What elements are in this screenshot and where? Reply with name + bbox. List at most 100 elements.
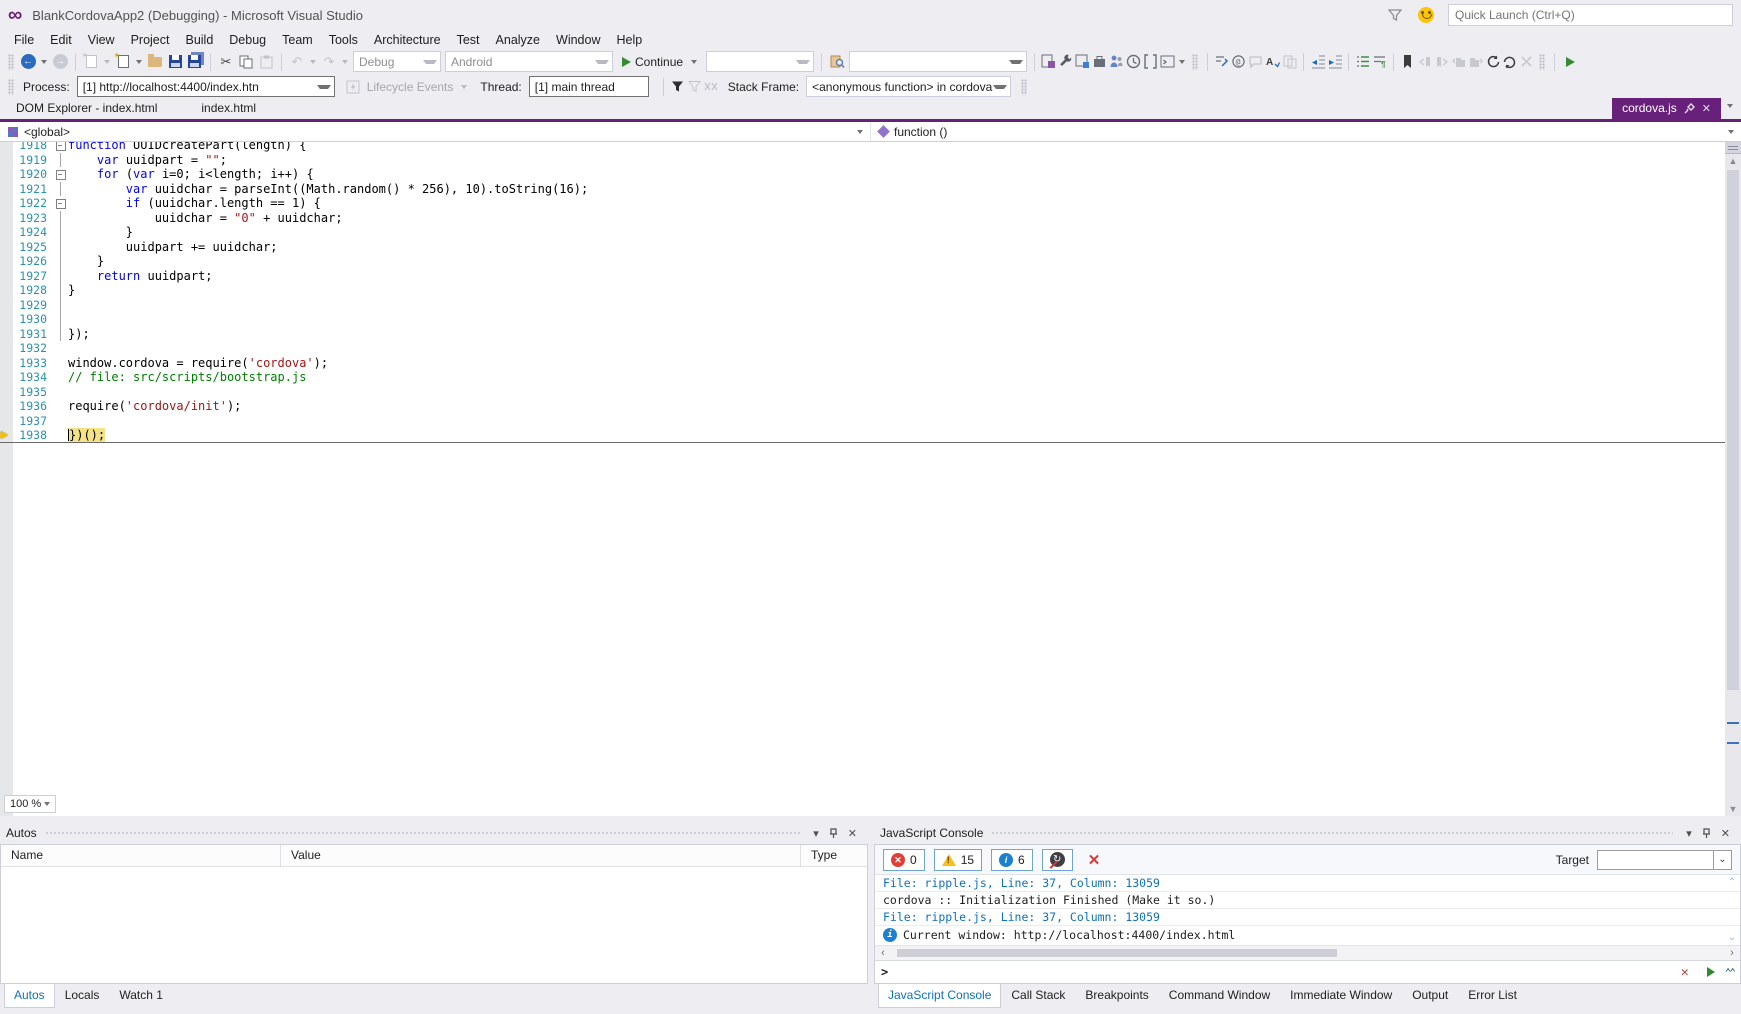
menu-build[interactable]: Build (177, 31, 221, 49)
code-line[interactable]: 1936 require('cordova/init'); (0, 399, 1741, 414)
line-number[interactable]: 1935 (13, 385, 53, 400)
find-in-files-button[interactable] (827, 51, 847, 73)
line-number[interactable]: 1928 (13, 283, 53, 298)
paste-button[interactable] (256, 51, 276, 73)
auto-hide-pin-icon[interactable] (824, 827, 843, 839)
solution-explorer-button[interactable] (1040, 54, 1057, 70)
start-debug-partial-button[interactable] (1560, 51, 1580, 73)
target-combo[interactable]: ⌄ (1597, 849, 1732, 870)
code-text[interactable]: // file: src/scripts/bootstrap.js (68, 370, 306, 385)
menu-project[interactable]: Project (123, 31, 178, 49)
autos-title-bar[interactable]: Autos ▾ ✕ (0, 822, 868, 844)
tab-call-stack[interactable]: Call Stack (1001, 984, 1075, 1008)
new-file-button[interactable] (113, 51, 133, 73)
cut-button[interactable]: ✂ (216, 51, 236, 73)
line-number[interactable]: 1918 (13, 142, 53, 153)
menu-file[interactable]: File (6, 31, 42, 49)
duplicate-button[interactable] (1281, 54, 1298, 70)
tab-command-window[interactable]: Command Window (1159, 984, 1280, 1008)
code-text[interactable]: require('cordova/init'); (68, 399, 241, 414)
console-title-bar[interactable]: JavaScript Console ▾ ✕ (874, 822, 1741, 844)
code-text[interactable]: })(); (68, 428, 106, 442)
breakpoint-margin[interactable] (0, 269, 13, 284)
navigate-back-dropdown[interactable] (41, 59, 47, 64)
tab-locals[interactable]: Locals (55, 984, 110, 1008)
breakpoint-margin[interactable] (0, 356, 13, 371)
breakpoint-margin[interactable] (0, 370, 13, 385)
line-number[interactable]: 1938 (13, 428, 53, 442)
run-script-button[interactable] (1706, 967, 1715, 977)
warnings-filter-button[interactable]: 15 (933, 848, 983, 871)
line-number[interactable]: 1937 (13, 414, 53, 429)
save-button[interactable] (165, 51, 185, 73)
line-number[interactable]: 1920 (13, 167, 53, 182)
tab-breakpoints[interactable]: Breakpoints (1075, 984, 1158, 1008)
auto-hide-pin-icon[interactable] (1697, 827, 1716, 839)
open-file-button[interactable] (145, 51, 165, 73)
menu-analyze[interactable]: Analyze (488, 31, 548, 49)
breakpoint-margin[interactable] (0, 385, 13, 400)
tab-cordova-js[interactable]: cordova.js ✕ (1612, 98, 1721, 119)
line-number[interactable]: 1936 (13, 399, 53, 414)
new-project-button[interactable] (81, 51, 101, 73)
console-vertical-scrollbar[interactable]: ⌃ ⌄ (1725, 877, 1739, 943)
copy-button[interactable] (236, 51, 256, 73)
attribute-button[interactable]: @ (1230, 54, 1247, 70)
clear-on-navigate-button[interactable]: ↻ (1041, 848, 1073, 871)
command-window-button[interactable] (1159, 54, 1176, 70)
code-line[interactable]: 1932 (0, 341, 1741, 356)
suspend-threads-button[interactable] (703, 79, 720, 95)
scroll-down-arrow[interactable]: ▼ (1725, 804, 1741, 814)
console-input[interactable] (894, 965, 1673, 979)
code-line[interactable]: 1933 window.cordova = require('cordova'); (0, 356, 1741, 371)
code-line[interactable]: 1938 })(); (0, 428, 1741, 443)
editor-zoom-combo[interactable]: 100 % (4, 795, 56, 813)
breakpoint-margin[interactable] (0, 312, 13, 327)
breakpoint-margin[interactable] (0, 211, 13, 226)
line-number[interactable]: 1926 (13, 254, 53, 269)
code-line[interactable]: 1931}); (0, 326, 1741, 342)
errors-filter-button[interactable]: ✕ 0 (883, 848, 925, 871)
code-text[interactable]: } (68, 254, 104, 269)
breakpoint-margin[interactable] (0, 196, 13, 211)
code-line[interactable]: 1937 (0, 414, 1741, 429)
feedback-icon[interactable] (1388, 8, 1402, 22)
code-line[interactable]: 1927 return uuidpart; (0, 268, 1741, 284)
column-value[interactable]: Value (281, 845, 801, 866)
menu-help[interactable]: Help (608, 31, 650, 49)
tab-autos[interactable]: Autos (4, 984, 55, 1008)
line-number[interactable]: 1922 (13, 196, 53, 211)
code-text[interactable]: for (var i=0; i<length; i++) { (68, 167, 314, 182)
line-number[interactable]: 1933 (13, 356, 53, 371)
breakpoint-margin[interactable] (0, 341, 13, 356)
bookmark-clear-button[interactable] (1518, 54, 1535, 70)
close-tab-icon[interactable]: ✕ (1702, 102, 1711, 115)
breakpoint-margin[interactable] (0, 167, 13, 182)
breakpoint-margin[interactable] (0, 414, 13, 429)
target-combo-dropdown[interactable]: ⌄ (1713, 850, 1731, 869)
redo-button[interactable]: ↷ (319, 51, 339, 73)
code-line[interactable]: 1918 function UUIDcreatePart(length) { (0, 142, 1741, 153)
tab-javascript-console[interactable]: JavaScript Console (878, 984, 1002, 1008)
code-text[interactable]: window.cordova = require('cordova'); (68, 356, 328, 371)
line-number[interactable]: 1923 (13, 211, 53, 226)
breakpoint-margin[interactable] (0, 225, 13, 240)
column-name[interactable]: Name (1, 845, 281, 866)
member-combo[interactable]: function () (870, 122, 1741, 141)
process-combo[interactable]: [1] http://localhost:4400/index.htn (76, 76, 335, 97)
code-line[interactable]: 1922 if (uuidchar.length == 1) { (0, 196, 1741, 211)
toolbar-grip[interactable] (1539, 53, 1546, 70)
bookmark-next-button[interactable] (1433, 54, 1450, 70)
stack-frame-combo[interactable]: <anonymous function> in cordova.js, line (806, 76, 1012, 97)
breakpoint-margin[interactable] (0, 254, 13, 269)
code-line[interactable]: 1935 (0, 385, 1741, 400)
bookmark-prev-button[interactable] (1416, 54, 1433, 70)
object-browser-button[interactable] (1142, 54, 1159, 70)
code-text[interactable]: uuidchar = "0" + uuidchar; (68, 211, 343, 226)
class-view-button[interactable] (1108, 54, 1125, 70)
menu-view[interactable]: View (80, 31, 123, 49)
console-input-row[interactable]: > ✕ ⌃⌃ (875, 960, 1740, 983)
line-number[interactable]: 1919 (13, 153, 53, 168)
scroll-up-arrow[interactable]: ⌃ (1728, 877, 1736, 888)
scroll-thumb[interactable] (897, 949, 1337, 957)
